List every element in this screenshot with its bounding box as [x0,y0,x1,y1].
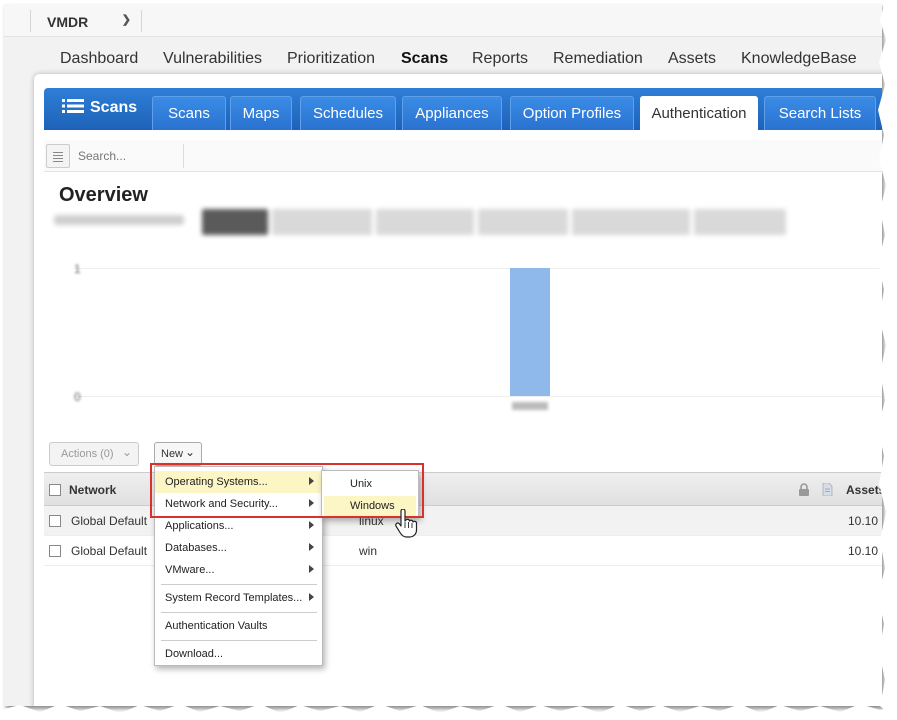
menu-item-vmware[interactable]: VMware... [155,559,322,581]
section-title: Scans [62,98,137,117]
submenu-arrow-icon [309,543,314,551]
torn-edge-bottom [0,704,897,720]
tab-appliances[interactable]: Appliances [402,96,502,130]
overview-chart: 1 0 [74,254,882,414]
overview-title: Overview [59,184,148,206]
menu-item-label: VMware... [165,564,215,576]
torn-edge-right [877,0,897,720]
submenu-arrow-icon [309,521,314,529]
cell-assets: 10.10 [848,514,879,528]
hand-cursor-icon [395,509,418,538]
select-all-checkbox[interactable] [49,484,61,496]
blurred-filter-bar [54,209,794,239]
menu-item-label: System Record Templates... [165,592,303,604]
chevron-down-icon: ⌄ [184,445,195,459]
tab-maps[interactable]: Maps [230,96,292,130]
actions-button[interactable]: Actions (0) ⌄ [49,442,139,466]
actions-label: Actions (0) [61,448,114,460]
submenu-arrow-icon [309,565,314,573]
menu-item-databases[interactable]: Databases... [155,537,322,559]
menu-item-system-record-templates[interactable]: System Record Templates... [155,587,322,609]
list-view-button[interactable] [46,144,70,168]
menu-item-download[interactable]: Download... [155,643,322,665]
tab-scans[interactable]: Scans [152,96,226,130]
lock-icon [799,483,809,496]
menu-item-authentication-vaults[interactable]: Authentication Vaults [155,615,322,637]
nav-remediation[interactable]: Remediation [553,50,643,68]
row-checkbox[interactable] [49,515,61,527]
module-selector[interactable]: VMDR ❯ [30,10,142,32]
cell-type: win [359,544,378,558]
tab-authentication[interactable]: Authentication [640,96,758,130]
cell-assets: 10.10 [848,544,879,558]
nav-dashboard[interactable]: Dashboard [60,50,138,68]
submenu-arrow-icon [309,593,314,601]
main-nav: Dashboard Vulnerabilities Prioritization… [4,40,882,76]
section-title-label: Scans [90,99,138,116]
tab-schedules[interactable]: Schedules [300,96,396,130]
top-bar: VMDR ❯ [4,4,882,37]
nav-prioritization[interactable]: Prioritization [287,50,375,68]
menu-item-applications[interactable]: Applications... [155,515,322,537]
search-input[interactable] [74,144,184,168]
chevron-down-icon: ⌄ [121,445,132,459]
menu-item-label: Authentication Vaults [165,620,268,632]
screenshot-frame: VMDR ❯ Dashboard Vulnerabilities Priorit… [4,4,882,706]
cell-network: Global Default [71,514,148,528]
tab-search-lists[interactable]: Search Lists [764,96,876,130]
list-icon [62,99,84,113]
nav-knowledgebase[interactable]: KnowledgeBase [741,50,857,68]
menu-item-label: Applications... [165,520,234,532]
search-toolbar [44,140,882,172]
y-tick-min: 0 [74,390,81,404]
nav-reports[interactable]: Reports [472,50,528,68]
highlight-callout-box [150,463,424,518]
cell-network: Global Default [71,544,148,558]
menu-item-label: Download... [165,648,224,660]
document-icon [822,483,833,496]
chevron-down-icon: ❯ [121,14,131,26]
nav-assets[interactable]: Assets [668,50,716,68]
chart-bar[interactable] [510,268,550,396]
tab-option-profiles[interactable]: Option Profiles [510,96,634,130]
module-label: VMDR [47,14,89,30]
nav-vulnerabilities[interactable]: Vulnerabilities [163,50,262,68]
menu-item-label: Databases... [165,542,227,554]
row-checkbox[interactable] [49,545,61,557]
nav-scans[interactable]: Scans [401,50,448,68]
section-tab-bar: Scans Scans Maps Schedules Appliances Op… [44,88,882,130]
new-label: New [161,448,184,460]
header-network[interactable]: Network [69,483,116,497]
y-tick-max: 1 [74,262,81,276]
